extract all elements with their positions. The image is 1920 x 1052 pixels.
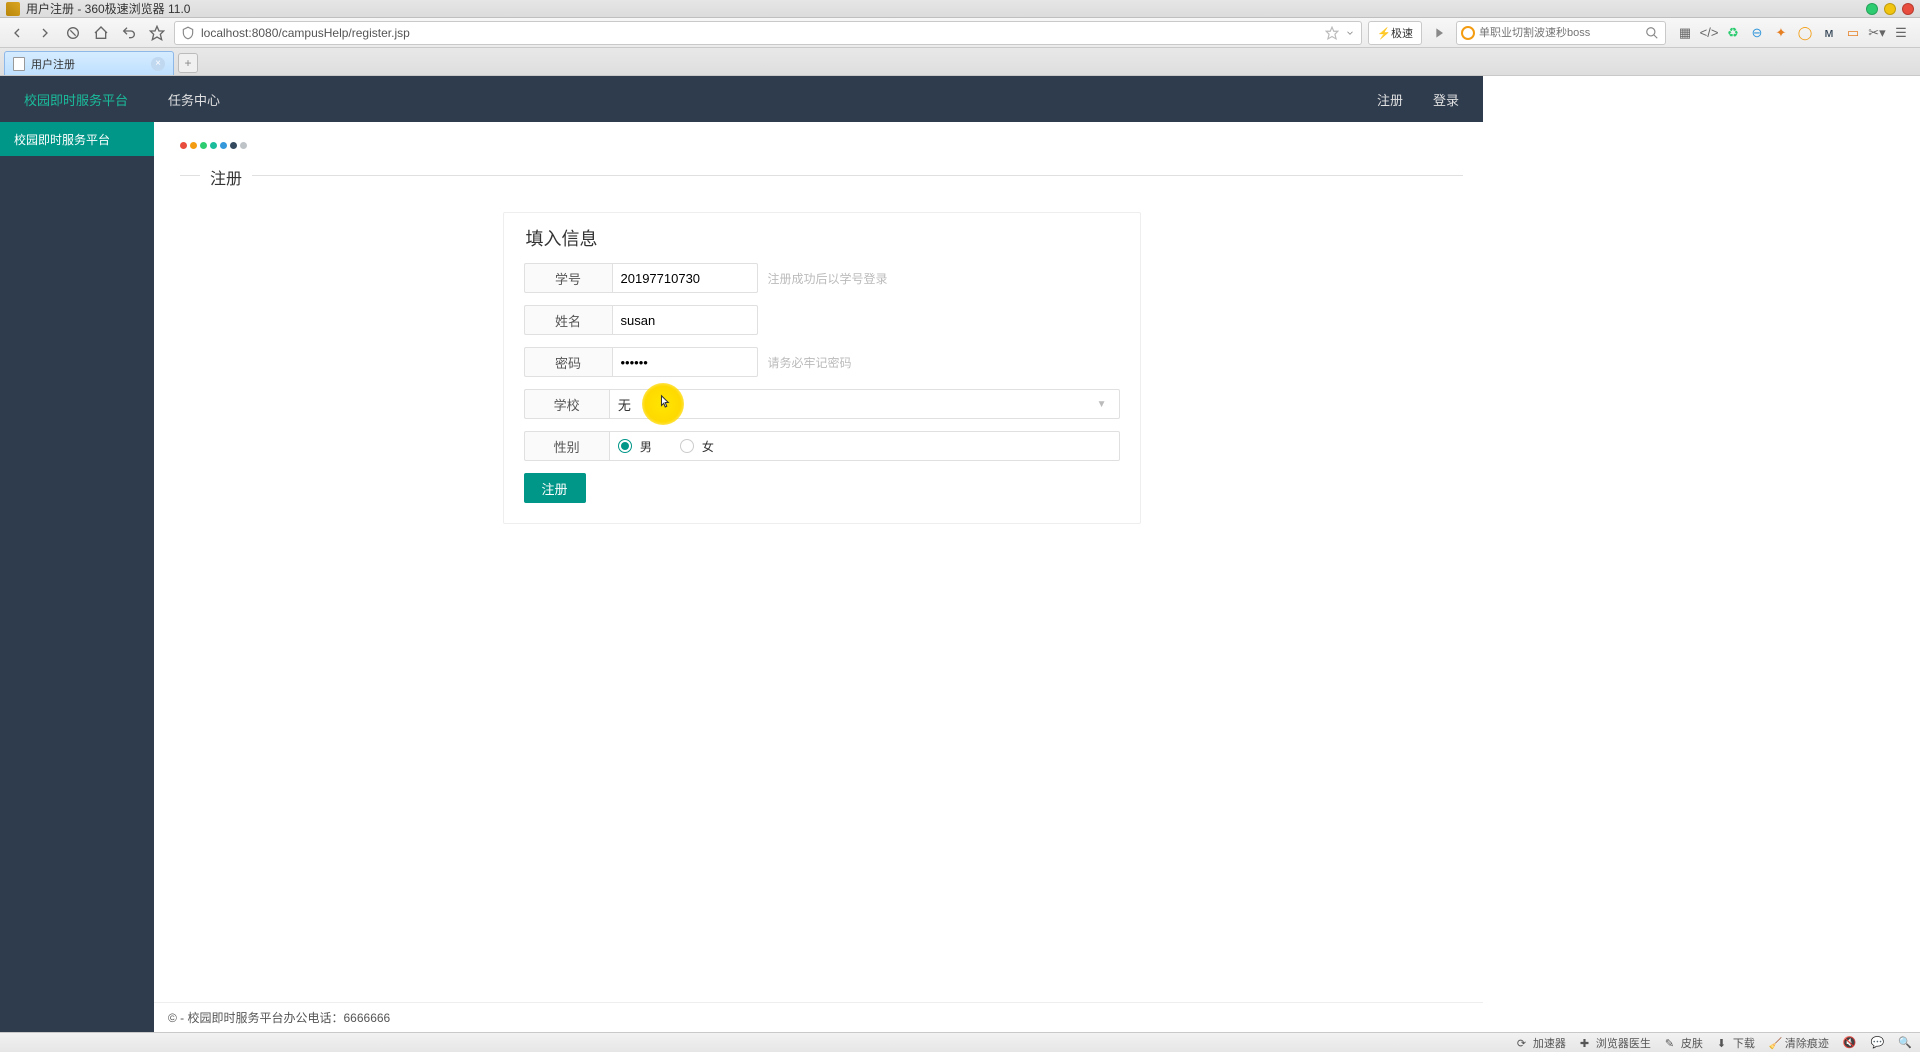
sb-zoom-icon[interactable]: 🔍 <box>1898 1036 1912 1049</box>
ext-scissors-icon[interactable]: ✂▾ <box>1868 24 1886 42</box>
footer-text: © - 校园即时服务平台办公电话：6666666 <box>168 1009 390 1026</box>
os-titlebar: 用户注册 - 360极速浏览器 11.0 <box>0 0 1920 18</box>
fieldset: 注册 填入信息 学号 注册成功后以学号登录 姓名 <box>180 175 1463 524</box>
panel-title: 填入信息 <box>524 213 1120 263</box>
label-gender: 性别 <box>524 431 609 461</box>
ext-recycle-icon[interactable]: ♻ <box>1724 24 1742 42</box>
radio-female[interactable]: 女 <box>680 438 714 455</box>
undo-button[interactable] <box>118 22 140 44</box>
ext-block-icon[interactable]: ⊖ <box>1748 24 1766 42</box>
go-button[interactable] <box>1428 22 1450 44</box>
window-title: 用户注册 - 360极速浏览器 11.0 <box>26 0 1860 17</box>
tab-strip: 用户注册 × + <box>0 48 1920 76</box>
nav-login[interactable]: 登录 <box>1433 90 1459 109</box>
radio-unchecked-icon <box>680 439 694 453</box>
radio-female-label: 女 <box>702 438 714 455</box>
page-title: 注册 <box>200 165 252 189</box>
ext-m-icon[interactable]: ᴍ <box>1820 24 1838 42</box>
tab-active[interactable]: 用户注册 × <box>4 51 174 75</box>
favorite-button[interactable] <box>146 22 168 44</box>
chevron-down-icon[interactable] <box>1345 28 1355 38</box>
sidebar: 校园即时服务平台 <box>0 122 154 1032</box>
new-tab-button[interactable]: + <box>178 53 198 73</box>
tab-favicon <box>13 57 25 71</box>
ext-devtools-icon[interactable]: </> <box>1700 24 1718 42</box>
address-bar[interactable] <box>174 21 1362 45</box>
maximize-icon[interactable] <box>1884 3 1896 15</box>
speed-mode-button[interactable]: ⚡极速 <box>1368 21 1422 45</box>
browser-statusbar: ⟳加速器 ✚浏览器医生 ✎皮肤 ⬇下载 🧹清除痕迹 🔇 💬 🔍 <box>0 1032 1920 1052</box>
menu-icon[interactable]: ☰ <box>1892 24 1910 42</box>
hint-student-id: 注册成功后以学号登录 <box>768 270 888 287</box>
radio-checked-icon <box>618 439 632 453</box>
star-outline-icon[interactable] <box>1325 26 1339 40</box>
row-school: 学校 无 ▼ <box>524 389 1120 419</box>
ext-circle-icon[interactable]: ◯ <box>1796 24 1814 42</box>
nav-register[interactable]: 注册 <box>1377 90 1403 109</box>
row-password: 密码 请务必牢记密码 <box>524 347 1120 377</box>
close-icon[interactable] <box>1902 3 1914 15</box>
forward-button[interactable] <box>34 22 56 44</box>
ext-puzzle-icon[interactable]: ✦ <box>1772 24 1790 42</box>
page-viewport: 校园即时服务平台 任务中心 注册 登录 校园即时服务平台 注册 填入信息 <box>0 76 1920 1032</box>
input-password[interactable] <box>612 347 758 377</box>
browser-toolbar: ⚡极速 ▦ </> ♻ ⊖ ✦ ◯ ᴍ ▭ ✂▾ ☰ <box>0 18 1920 48</box>
sb-chat-icon[interactable]: 💬 <box>1871 1036 1885 1049</box>
sb-doctor[interactable]: ✚浏览器医生 <box>1580 1035 1651 1051</box>
app-header: 校园即时服务平台 任务中心 注册 登录 <box>0 76 1483 122</box>
search-input[interactable] <box>1479 27 1643 39</box>
stop-reload-button[interactable] <box>62 22 84 44</box>
main-content: 注册 填入信息 学号 注册成功后以学号登录 姓名 <box>154 122 1483 1032</box>
ext-apps-icon[interactable]: ▦ <box>1676 24 1694 42</box>
sb-accelerator[interactable]: ⟳加速器 <box>1517 1035 1566 1051</box>
sb-skin[interactable]: ✎皮肤 <box>1665 1035 1703 1051</box>
sb-download[interactable]: ⬇下载 <box>1717 1035 1755 1051</box>
submit-button[interactable]: 注册 <box>524 473 586 503</box>
sb-mute-icon[interactable]: 🔇 <box>1843 1036 1857 1049</box>
label-school: 学校 <box>524 389 609 419</box>
search-button[interactable] <box>1643 24 1661 42</box>
extension-icons: ▦ </> ♻ ⊖ ✦ ◯ ᴍ ▭ ✂▾ ☰ <box>1672 24 1914 42</box>
radio-group-gender: 男 女 <box>609 431 1120 461</box>
label-student-id: 学号 <box>524 263 612 293</box>
nav-task-center[interactable]: 任务中心 <box>168 90 220 109</box>
tab-close-button[interactable]: × <box>151 57 165 71</box>
sidebar-item-platform[interactable]: 校园即时服务平台 <box>0 122 154 156</box>
radio-male-label: 男 <box>640 438 652 455</box>
select-school[interactable]: 无 ▼ <box>609 389 1120 419</box>
color-dots <box>180 142 1463 149</box>
input-student-id[interactable] <box>612 263 758 293</box>
chevron-down-icon: ▼ <box>1097 399 1107 410</box>
shield-icon <box>181 26 195 40</box>
label-name: 姓名 <box>524 305 612 335</box>
search-engine-icon <box>1461 26 1475 40</box>
brand-link[interactable]: 校园即时服务平台 <box>24 90 128 109</box>
back-button[interactable] <box>6 22 28 44</box>
search-box[interactable] <box>1456 21 1666 45</box>
ext-note-icon[interactable]: ▭ <box>1844 24 1862 42</box>
minimize-icon[interactable] <box>1866 3 1878 15</box>
row-name: 姓名 <box>524 305 1120 335</box>
row-student-id: 学号 注册成功后以学号登录 <box>524 263 1120 293</box>
hint-password: 请务必牢记密码 <box>768 354 852 371</box>
radio-male[interactable]: 男 <box>618 438 652 455</box>
home-button[interactable] <box>90 22 112 44</box>
tab-title: 用户注册 <box>31 56 75 72</box>
input-name[interactable] <box>612 305 758 335</box>
form-panel: 填入信息 学号 注册成功后以学号登录 姓名 密码 <box>503 212 1141 524</box>
url-input[interactable] <box>201 26 1319 40</box>
label-password: 密码 <box>524 347 612 377</box>
app-icon <box>6 2 20 16</box>
page-footer: © - 校园即时服务平台办公电话：6666666 <box>154 1002 1483 1032</box>
row-gender: 性别 男 女 <box>524 431 1120 461</box>
sb-clear[interactable]: 🧹清除痕迹 <box>1769 1035 1829 1051</box>
select-school-value: 无 <box>618 395 631 414</box>
